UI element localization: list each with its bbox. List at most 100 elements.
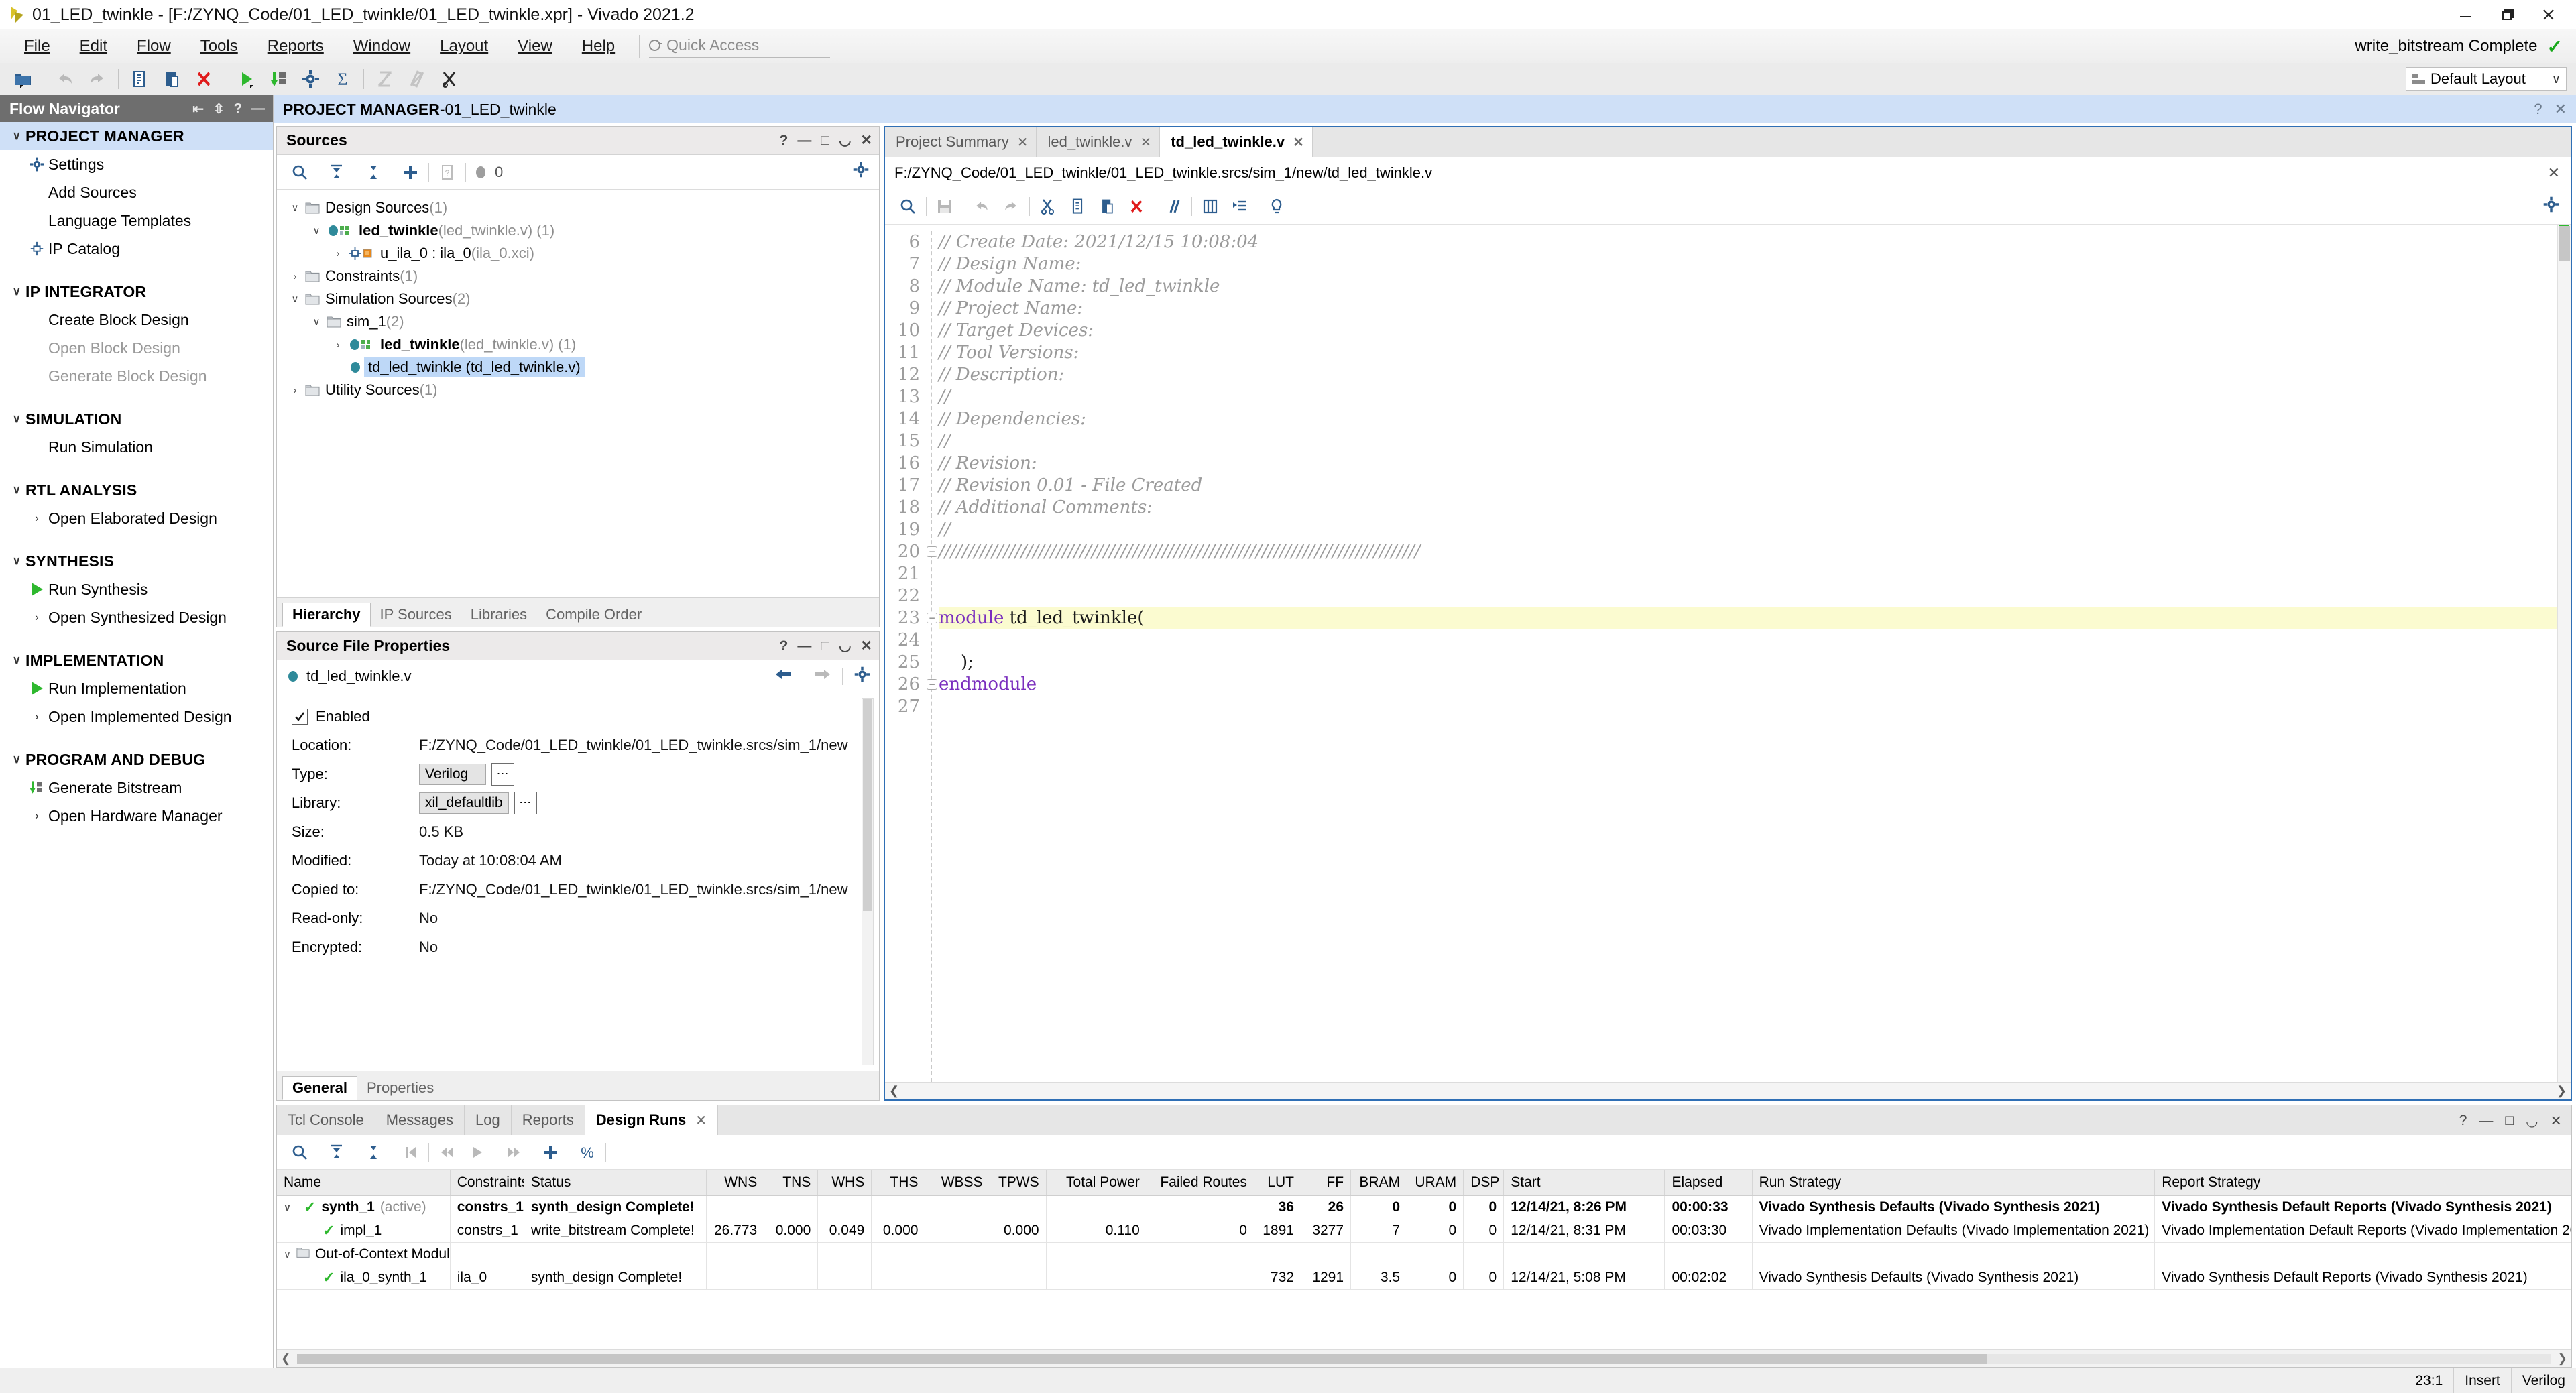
percent-utilization-icon[interactable]: % (573, 1138, 602, 1166)
chevron-right-icon[interactable]: › (286, 385, 304, 396)
source-tree-row[interactable]: ∨ led_twinkle (led_twinkle.v) (1) (277, 219, 879, 242)
properties-settings-icon[interactable] (854, 666, 871, 687)
column-header-status[interactable]: Status (524, 1170, 707, 1196)
flow-group-simulation[interactable]: ∨ SIMULATION (0, 405, 273, 433)
sources-tab-hierarchy[interactable]: Hierarchy (282, 603, 371, 627)
redo-icon[interactable] (996, 192, 1026, 221)
bottom-tab-log[interactable]: Log (465, 1105, 512, 1135)
menu-edit[interactable]: Edit (65, 29, 122, 63)
column-header-ths[interactable]: THS (871, 1170, 926, 1196)
property-browse-button[interactable]: ⋯ (491, 762, 514, 786)
forward-arrow-icon[interactable] (814, 667, 831, 686)
scrollbar-thumb[interactable] (863, 699, 872, 911)
menu-window[interactable]: Window (339, 29, 425, 63)
flow-item-open-synthesized-design[interactable]: › Open Synthesized Design (0, 603, 273, 631)
editor-vertical-scrollbar[interactable] (2557, 225, 2571, 1082)
flow-item-add-sources[interactable]: Add Sources (0, 178, 273, 206)
column-header-whs[interactable]: WHS (817, 1170, 872, 1196)
marker-icon[interactable] (401, 64, 433, 94)
editor-settings-icon[interactable] (2542, 196, 2560, 218)
help-icon[interactable]: ? (780, 133, 788, 149)
run-name-cell[interactable]: ✓ ila_0_synth_1 (277, 1266, 451, 1290)
property-browse-button[interactable]: ⋯ (514, 791, 537, 814)
collapse-all-icon[interactable] (322, 1138, 351, 1166)
column-header-ff[interactable]: FF (1301, 1170, 1352, 1196)
run-name-cell[interactable]: ∨ Out-of-Context Module Runs (277, 1242, 451, 1266)
flow-item-open-implemented-design[interactable]: › Open Implemented Design (0, 703, 273, 731)
property-value-field[interactable]: Verilog (419, 763, 486, 785)
design-run-row[interactable]: ∨ Out-of-Context Module Runs (277, 1242, 2571, 1266)
flow-item-open-elaborated-design[interactable]: › Open Elaborated Design (0, 504, 273, 532)
enabled-checkbox[interactable] (292, 708, 308, 725)
menu-reports[interactable]: Reports (253, 29, 339, 63)
column-header-lut[interactable]: LUT (1254, 1170, 1301, 1196)
file-info-icon[interactable]: ? (432, 158, 462, 186)
editor-tab-project-summary[interactable]: Project Summary ✕ (885, 127, 1037, 157)
source-tree-row[interactable]: › led_twinkle (led_twinkle.v) (1) (277, 333, 879, 356)
delete-icon[interactable] (188, 64, 220, 94)
maximize-icon[interactable]: □ (821, 638, 829, 654)
flow-group-project-manager[interactable]: ∨ PROJECT MANAGER (0, 122, 273, 150)
properties-scrollbar[interactable] (862, 698, 874, 1065)
generate-bitstream-icon[interactable] (262, 64, 294, 94)
design-run-row[interactable]: ✓ ila_0_synth_1 ila_0 synth_design Complete… (277, 1266, 2571, 1290)
scrollbar-track[interactable] (297, 1353, 2551, 1364)
minimize-icon[interactable]: — (2479, 1113, 2493, 1130)
help-icon[interactable]: ? (780, 638, 788, 654)
design-run-row[interactable]: ✓ impl_1 constrs_1 write_bitstream Complete… (277, 1219, 2571, 1243)
column-header-tpws[interactable]: TPWS (990, 1170, 1047, 1196)
menu-file[interactable]: File (9, 29, 65, 63)
menu-layout[interactable]: Layout (425, 29, 503, 63)
scroll-left-icon[interactable]: ❮ (281, 1352, 290, 1366)
fold-toggle-icon[interactable]: − (927, 679, 937, 690)
column-header-elapsed[interactable]: Elapsed (1664, 1170, 1753, 1196)
skip-run-icon[interactable] (499, 1138, 528, 1166)
minimize-panel-icon[interactable]: — (251, 101, 265, 117)
launch-run-icon[interactable] (462, 1138, 491, 1166)
chevron-down-icon[interactable]: ∨ (286, 202, 304, 214)
find-icon[interactable] (893, 192, 923, 221)
chevron-down-icon[interactable]: ∨ (284, 1201, 298, 1213)
bottom-tab-messages[interactable]: Messages (375, 1105, 465, 1135)
scrollbar-thumb[interactable] (297, 1353, 1988, 1364)
search-icon[interactable] (285, 158, 314, 186)
flow-item-run-implementation[interactable]: Run Implementation (0, 674, 273, 703)
properties-tab-properties[interactable]: Properties (357, 1076, 443, 1100)
flow-item-ip-catalog[interactable]: IP Catalog (0, 235, 273, 263)
chevron-right-icon[interactable]: › (286, 271, 304, 282)
source-tree-row[interactable]: › Utility Sources (1) (277, 379, 879, 402)
column-header-run-strategy[interactable]: Run Strategy (1752, 1170, 2156, 1196)
flow-group-implementation[interactable]: ∨ IMPLEMENTATION (0, 646, 273, 674)
column-header-total-power[interactable]: Total Power (1046, 1170, 1147, 1196)
flow-group-ip-integrator[interactable]: ∨ IP INTEGRATOR (0, 278, 273, 306)
quick-access-input[interactable]: Quick Access (649, 35, 831, 58)
flow-group-synthesis[interactable]: ∨ SYNTHESIS (0, 547, 273, 575)
bottom-tab-design-runs[interactable]: Design Runs ✕ (585, 1105, 718, 1135)
flow-item-settings[interactable]: Settings (0, 150, 273, 178)
flow-item-open-block-design[interactable]: Open Block Design (0, 334, 273, 362)
column-header-bram[interactable]: BRAM (1350, 1170, 1408, 1196)
properties-tab-general[interactable]: General (282, 1076, 357, 1100)
sigma-report-icon[interactable]: Σ (327, 64, 359, 94)
chevron-down-icon[interactable]: ∨ (286, 293, 304, 305)
copy-icon[interactable] (1063, 192, 1092, 221)
search-icon[interactable] (285, 1138, 314, 1166)
reset-run-icon[interactable] (432, 1138, 462, 1166)
code-fold-column[interactable]: − − − (924, 231, 939, 1082)
flow-item-language-templates[interactable]: Language Templates (0, 206, 273, 235)
close-icon[interactable]: ✕ (1293, 134, 1304, 151)
close-icon[interactable]: ✕ (860, 638, 872, 654)
undo-icon[interactable] (49, 64, 81, 94)
paste-icon[interactable] (1092, 192, 1122, 221)
bottom-tab-reports[interactable]: Reports (512, 1105, 585, 1135)
expand-collapse-icon[interactable]: ⇳ (213, 101, 225, 117)
menu-view[interactable]: View (503, 29, 567, 63)
scrollbar-thumb[interactable] (2559, 226, 2570, 261)
column-header-failed-routes[interactable]: Failed Routes (1147, 1170, 1254, 1196)
source-tree-row[interactable]: td_led_twinkle (td_led_twinkle.v) (277, 356, 879, 379)
menu-tools[interactable]: Tools (186, 29, 253, 63)
flow-item-generate-block-design[interactable]: Generate Block Design (0, 362, 273, 390)
layout-selector[interactable]: Default Layout ∨ (2406, 67, 2567, 91)
menu-help[interactable]: Help (567, 29, 630, 63)
back-arrow-icon[interactable] (774, 667, 792, 686)
